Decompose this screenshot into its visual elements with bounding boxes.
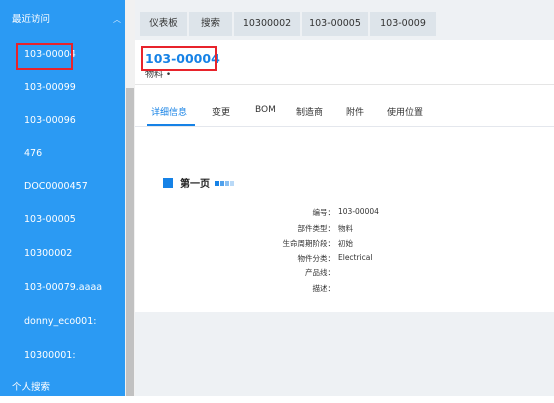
tab-dashboard[interactable]: 仪表板 <box>140 12 187 36</box>
sidebar-item-103-00099[interactable]: 103-00099 <box>0 73 125 103</box>
tab-label: 10300002 <box>242 18 292 29</box>
tab-details[interactable]: 详细信息 <box>151 105 187 118</box>
tab-label: 仪表板 <box>149 18 178 29</box>
sidebar-section-recent[interactable]: 最近访问 ︿ <box>0 5 125 35</box>
sidebar-item-label: 10300001: <box>24 350 76 361</box>
field-label-description: 描述： <box>312 284 336 293</box>
sidebar-item-103-00096[interactable]: 103-00096 <box>0 106 125 136</box>
sidebar-item-103-00005[interactable]: 103-00005 <box>0 205 125 235</box>
sidebar-section-label: 个人搜索 <box>12 382 51 393</box>
header-divider <box>135 84 554 85</box>
detail-panel: 103-00004 物料 • 详细信息 变更 BOM 制造商 附件 使用位置 第… <box>135 40 554 312</box>
sidebar-item-label: 103-00005 <box>24 214 76 225</box>
field-value-lifecycle: 初始 <box>338 239 353 248</box>
tab-manufacturer[interactable]: 制造商 <box>296 105 323 118</box>
tab-where-used[interactable]: 使用位置 <box>387 105 423 118</box>
footer-area <box>135 312 554 396</box>
sidebar-item-label: DOC0000457 <box>24 181 88 192</box>
sidebar-item-10300001[interactable]: 10300001: <box>0 341 125 371</box>
tab-search[interactable]: 搜索 <box>189 12 232 36</box>
field-label-number: 编号： <box>312 208 336 217</box>
section-decoration <box>215 179 235 186</box>
field-value-number: 103-00004 <box>338 207 379 216</box>
sidebar-item-donny-eco001[interactable]: donny_eco001: <box>0 307 125 337</box>
field-label-product-line: 产品线： <box>305 268 335 277</box>
tab-label: 103-0009 <box>380 18 426 29</box>
tab-attachments[interactable]: 附件 <box>346 105 364 118</box>
chevron-up-icon: ︿ <box>113 15 121 24</box>
sidebar-section-label: 最近访问 <box>12 14 51 25</box>
tabs-divider <box>135 126 554 127</box>
sidebar-item-476[interactable]: 476 <box>0 139 125 169</box>
field-label-classification: 物件分类： <box>297 254 336 263</box>
sidebar-item-doc0000457[interactable]: DOC0000457 <box>0 172 125 202</box>
tab-103-00005[interactable]: 103-00005 <box>302 12 368 36</box>
field-value-classification: Electrical <box>338 253 373 262</box>
sidebar-item-label: 103-00096 <box>24 115 76 126</box>
sidebar-item-label: 10300002 <box>24 248 73 259</box>
sidebar-item-label: donny_eco001: <box>24 316 97 327</box>
tab-changes[interactable]: 变更 <box>212 105 230 118</box>
tab-bom[interactable]: BOM <box>255 105 276 115</box>
sidebar-item-10300002[interactable]: 10300002 <box>0 239 125 269</box>
sidebar-item-103-00079-aaaa[interactable]: 103-00079.aaaa <box>0 273 125 303</box>
section-title: 第一页 <box>180 179 210 190</box>
highlight-box-sidebar-item <box>16 43 73 70</box>
sidebar-item-label: 476 <box>24 148 43 159</box>
tab-label: 103-00005 <box>309 18 361 29</box>
tab-label: 搜索 <box>200 18 220 29</box>
section-icon <box>163 178 173 188</box>
highlight-box-title <box>141 46 217 71</box>
scrollbar-thumb[interactable] <box>126 88 134 396</box>
field-label-lifecycle: 生命周期阶段： <box>282 239 336 248</box>
sidebar-section-personal-search[interactable]: 个人搜索 <box>0 373 125 403</box>
tab-103-0009[interactable]: 103-0009 <box>370 12 436 36</box>
field-value-part-type: 物料 <box>338 224 353 233</box>
tab-bar: 仪表板 搜索 10300002 103-00005 103-0009 <box>135 0 554 40</box>
field-label-part-type: 部件类型： <box>297 224 336 233</box>
sidebar-item-label: 103-00079.aaaa <box>24 282 103 293</box>
sidebar-item-label: 103-00099 <box>24 82 76 93</box>
tab-10300002[interactable]: 10300002 <box>234 12 300 36</box>
